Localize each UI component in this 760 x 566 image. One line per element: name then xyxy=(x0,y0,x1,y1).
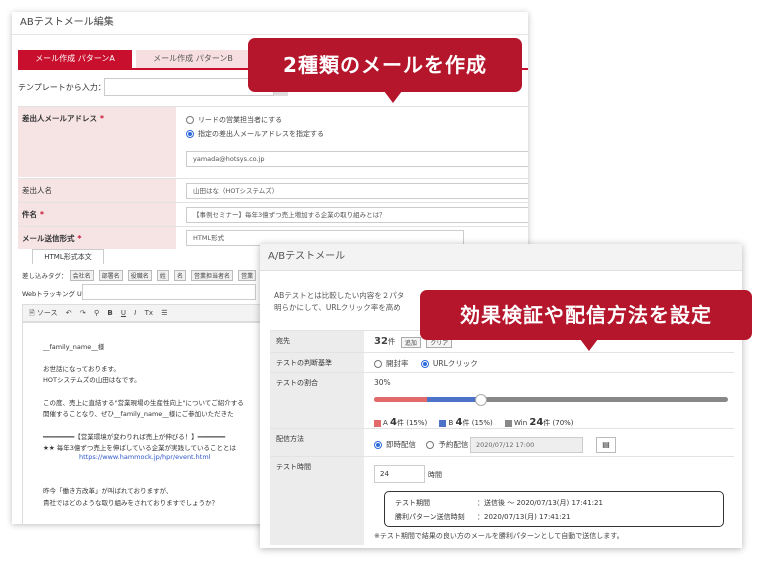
insert-tag-label: 差し込みタグ： xyxy=(22,272,68,280)
sender-email-row: 差出人メールアドレス * リードの営業担当者にする 指定の差出人メールアドレスを指… xyxy=(18,106,528,177)
legend-b-count: 4 xyxy=(455,417,463,428)
radio-icon[interactable] xyxy=(186,116,194,124)
abtest-description: ABテストとは比較したい内容を２パタ xyxy=(274,291,405,300)
subject-field[interactable]: 【事例セミナー】毎年3億ずつ売上増加する企業の取り組みとは？ xyxy=(186,207,528,223)
editor-line: ━━━━━━━━【営業環境が変わりれば売上が伸びる！】━━━━━━━ xyxy=(43,433,226,441)
abtest-title: A/Bテストメール xyxy=(260,244,742,271)
list-icon[interactable]: ☰ xyxy=(161,309,167,317)
ratio-slider[interactable] xyxy=(374,394,728,406)
editor-line: 開催することなり、ぜひ__family_name__様にご参加いただきた xyxy=(43,410,234,418)
radio-icon[interactable] xyxy=(426,441,435,449)
radio-selected-icon[interactable] xyxy=(420,360,429,368)
search-icon[interactable]: ⚲ xyxy=(94,309,99,317)
insert-tag-chip[interactable]: 会社名 xyxy=(69,270,94,281)
criteria-label: テストの判断基準 xyxy=(276,359,332,367)
radio-icon[interactable] xyxy=(374,360,382,368)
tab-pattern-b[interactable]: メール作成 パターンB xyxy=(136,50,250,68)
auto-send-note: ※テスト期間で結果の良い方のメールを勝利パターンとして自動で送信します。 xyxy=(374,532,624,540)
format-label: メール送信形式 * xyxy=(22,234,82,243)
callout-settings: 効果検証や配信方法を設定 xyxy=(420,290,752,340)
insert-tag-chip[interactable]: 営業担当者名 xyxy=(191,270,234,281)
ratio-percent: 30% xyxy=(374,378,391,387)
editor-line: ★★ 毎年3億ずつ売上を伸ばしている企業が実践していることとは xyxy=(43,444,236,452)
sender-email-field[interactable]: yamada@hotsys.co.jp xyxy=(186,151,528,167)
slider-segment-a xyxy=(374,397,428,402)
period-label: テスト期間 xyxy=(395,499,430,507)
undo-icon[interactable]: ↶ xyxy=(66,309,72,317)
test-hours-unit: 時間 xyxy=(428,471,442,479)
editor-line: HOTシステムズの山田はなです。 xyxy=(43,376,141,384)
insert-tag-chip[interactable]: 名 xyxy=(173,270,186,281)
editor-toolbar: 🗎 ソース ↶ ↷ ⚲ B U I Tx ☰ xyxy=(22,304,280,322)
insert-tag-chip[interactable]: 姓 xyxy=(156,270,169,281)
sender-name-label: 差出人名 xyxy=(22,186,52,195)
criteria-row: テストの判断基準 開封率 URLクリック xyxy=(270,352,734,373)
subject-label: 件名 * xyxy=(22,210,44,219)
subject-row: 件名 * 【事例セミナー】毎年3億ずつ売上増加する企業の取り組みとは？ xyxy=(18,202,528,227)
editor-line: この度、売上に直結する"営業現場の生産性向上"についてご紹介する xyxy=(43,399,244,407)
editor-line: 昨今「働き方改革」が叫ばれておりますが、 xyxy=(43,487,173,495)
legend-b-swatch xyxy=(439,419,447,427)
tab-html-body[interactable]: HTML形式本文 xyxy=(32,249,104,264)
underline-button[interactable]: U xyxy=(121,309,126,317)
recipients-unit: 件 xyxy=(387,337,396,346)
criteria-url-click[interactable]: URLクリック xyxy=(420,359,478,368)
sender-name-row: 差出人名 山田はな（HOTシステムズ） xyxy=(18,178,528,203)
slider-segment-b xyxy=(427,397,481,402)
callout-pointer xyxy=(384,91,402,103)
insert-tag-chip[interactable]: 営業 xyxy=(238,270,257,281)
delivery-row: 配信方法 即時配信 予約配信 2020/07/12 17:00 ▤ xyxy=(270,428,734,457)
calendar-icon[interactable]: ▤ xyxy=(596,437,616,453)
ratio-legend: A 4件 (15%) B 4件 (15%) Win 24件 (70%) xyxy=(374,417,574,428)
test-time-label: テスト時間 xyxy=(276,463,311,471)
criteria-open-rate[interactable]: 開封率 xyxy=(374,359,409,368)
italic-button[interactable]: I xyxy=(134,309,136,317)
radio-selected-icon[interactable] xyxy=(186,130,194,138)
recipients-label: 宛先 xyxy=(276,337,290,345)
sender-name-field[interactable]: 山田はな（HOTシステムズ） xyxy=(186,183,528,199)
template-label: テンプレートから入力： xyxy=(18,83,106,92)
winner-label: 勝利パターン送信時刻 xyxy=(395,513,465,521)
callout-pointer xyxy=(580,339,598,351)
editor-line: 貴社ではどのような取り組みをされておりますでしょうか？ xyxy=(43,499,219,507)
editor-link[interactable]: https://www.hammock.jp/hpr/event.html xyxy=(79,453,210,461)
period-value: ：送信後 〜 2020/07/13(月) 17:41:21 xyxy=(477,499,603,507)
insert-tag-chip[interactable]: 役職名 xyxy=(127,270,152,281)
ratio-label: テストの割合 xyxy=(276,379,318,387)
delivery-immediate[interactable]: 即時配信 xyxy=(374,440,416,449)
schedule-date-input[interactable]: 2020/07/12 17:00 xyxy=(470,437,583,453)
editor-line: __family_name__様 xyxy=(43,343,105,351)
legend-a-count: 4 xyxy=(390,417,397,428)
redo-icon[interactable]: ↷ xyxy=(80,309,86,317)
delivery-scheduled[interactable]: 予約配信 xyxy=(426,440,468,449)
source-button[interactable]: 🗎 ソース xyxy=(29,309,58,317)
add-recipients-button[interactable]: 追加 xyxy=(400,336,421,348)
test-period-box: テスト期間 ：送信後 〜 2020/07/13(月) 17:41:21 勝利パタ… xyxy=(384,491,724,527)
abtest-description: 明らかにして、URLクリック率を高め xyxy=(274,303,401,312)
insert-tag-chip[interactable]: 部署名 xyxy=(98,270,123,281)
bold-button[interactable]: B xyxy=(107,309,112,317)
recipients-count: 32 xyxy=(374,336,388,347)
delivery-label: 配信方法 xyxy=(276,435,304,443)
ratio-row: テストの割合 30% A 4件 (15%) B 4件 (15%) Win 24件… xyxy=(270,372,734,429)
winner-value: ：2020/07/13(月) 17:41:21 xyxy=(477,513,571,521)
legend-win-count: 24 xyxy=(529,417,544,428)
test-hours-input[interactable]: 24 xyxy=(374,465,425,483)
editor-line: お世話になっております。 xyxy=(43,365,120,373)
callout-create-two-mails: 2種類のメールを作成 xyxy=(248,38,522,92)
sender-email-label: 差出人メールアドレス * xyxy=(22,114,104,123)
radio-selected-icon[interactable] xyxy=(374,441,382,449)
sender-option-specify[interactable]: 指定の差出人メールアドレスを指定する xyxy=(186,129,324,139)
editor-body[interactable]: __family_name__様 お世話になっております。 HOTシステムズの山… xyxy=(22,322,280,524)
ab-edit-title: ABテストメール編集 xyxy=(12,12,528,35)
legend-win-swatch xyxy=(504,419,512,427)
legend-a-swatch xyxy=(374,419,381,427)
insert-tags-row: 差し込みタグ： 会社名 部署名 役職名 姓 名 営業担当者名 営業 xyxy=(22,270,259,281)
slider-handle[interactable] xyxy=(475,394,488,406)
clear-format-button[interactable]: Tx xyxy=(145,309,153,317)
web-tracking-input[interactable] xyxy=(82,284,256,300)
sender-option-lead-owner[interactable]: リードの営業担当者にする xyxy=(186,115,282,125)
tab-pattern-a[interactable]: メール作成 パターンA xyxy=(18,50,132,68)
test-time-row: テスト時間 24 時間 テスト期間 ：送信後 〜 2020/07/13(月) 1… xyxy=(270,456,734,545)
